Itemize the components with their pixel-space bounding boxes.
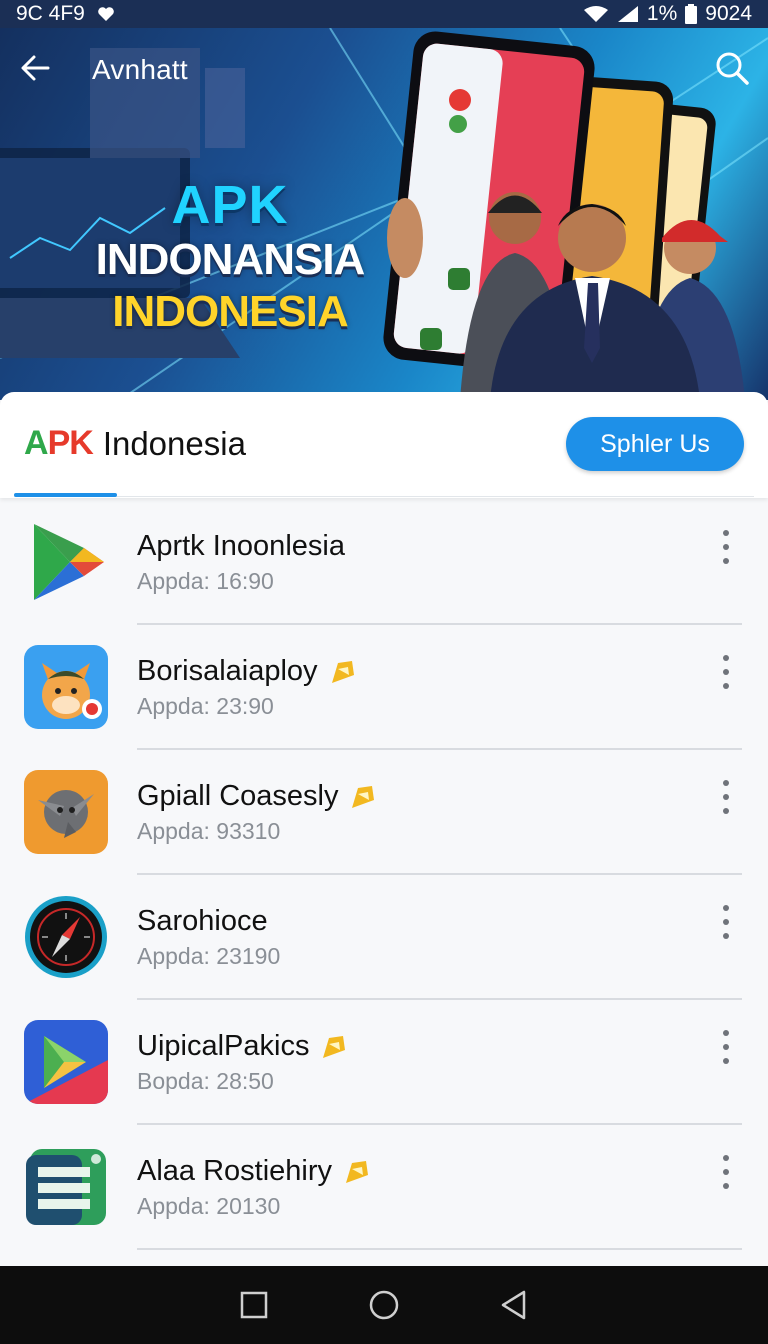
status-bar: 9C 4F9 1% 9024 [0, 0, 768, 28]
app-title: Aprtk Inoonlesia [137, 530, 345, 563]
more-vert-icon[interactable] [714, 1155, 738, 1189]
cta-button[interactable]: Sphler Us [566, 417, 744, 471]
play-store-icon [24, 520, 108, 604]
app-title-text: Sarohioce [137, 905, 268, 937]
app-subtitle: Bopda: 28:50 [137, 1068, 274, 1094]
list-item[interactable]: Borisalaiaploy Appda: 23:90 [0, 625, 768, 750]
app-subtitle: Appda: 20130 [137, 1193, 281, 1219]
app-list: Aprtk Inoonlesia Appda: 16:90 Borisalaia… [0, 500, 768, 1250]
back-triangle-icon[interactable] [498, 1289, 530, 1321]
hero-line-3: INDONESIA [112, 287, 348, 336]
status-time: 9024 [705, 2, 752, 25]
gear-blade-icon [24, 770, 108, 854]
compass-icon [24, 895, 108, 979]
app-bar-title: Avnhatt [92, 54, 188, 85]
play-triangle-icon [24, 1020, 108, 1104]
logo-letter-a: A [24, 424, 49, 462]
app-title-text: Alaa Rostiehiry [137, 1155, 333, 1187]
app-title-text: UipicalPakics [137, 1030, 310, 1062]
logo-letter-k: K [69, 424, 94, 462]
battery-icon [685, 4, 698, 24]
app-title: Alaa Rostiehiry [137, 1155, 372, 1188]
list-item[interactable]: Aprtk Inoonlesia Appda: 16:90 [0, 500, 768, 625]
fox-mascot-icon [24, 645, 108, 729]
signal-icon [617, 5, 639, 23]
back-arrow-icon[interactable] [18, 51, 52, 90]
heart-icon [97, 6, 115, 22]
verified-badge-icon [331, 660, 354, 683]
app-bar: Avnhatt [0, 28, 768, 112]
home-circle-icon[interactable] [368, 1289, 400, 1321]
system-nav-bar [0, 1266, 768, 1344]
active-tab-indicator [14, 493, 117, 497]
brand-logo-apk: APK [24, 424, 94, 463]
brand-logo: APK Indonesia [24, 424, 246, 463]
app-title-text: Gpiall Coasesly [137, 780, 339, 812]
more-vert-icon[interactable] [714, 655, 738, 689]
list-divider [137, 1248, 742, 1250]
app-title: Sarohioce [137, 905, 268, 938]
document-stack-icon [24, 1145, 108, 1229]
list-item[interactable]: UipicalPakics Bopda: 28:50 [0, 1000, 768, 1125]
more-vert-icon[interactable] [714, 780, 738, 814]
verified-badge-icon [346, 1160, 369, 1183]
app-title: Borisalaiaploy [137, 655, 358, 688]
more-vert-icon[interactable] [714, 905, 738, 939]
list-item[interactable]: Alaa Rostiehiry Appda: 20130 [0, 1125, 768, 1250]
app-title: Gpiall Coasesly [137, 780, 378, 813]
brand-logo-name: Indonesia [102, 424, 246, 462]
header-divider [14, 496, 754, 497]
more-vert-icon[interactable] [714, 1030, 738, 1064]
recents-square-icon[interactable] [238, 1289, 270, 1321]
battery-percent: 1% [646, 2, 678, 25]
list-item[interactable]: Gpiall Coasesly Appda: 93310 [0, 750, 768, 875]
status-left-text: 9C 4F9 [16, 2, 85, 25]
app-subtitle: Appda: 93310 [137, 818, 281, 844]
app-title: UipicalPakics [137, 1030, 349, 1063]
app-title-text: Aprtk Inoonlesia [137, 530, 345, 562]
app-title-text: Borisalaiaploy [137, 655, 318, 687]
screen: 9C 4F9 1% 9024 APK INDONANSIA INDONESIA … [0, 0, 768, 1344]
hero-line-2: INDONANSIA [95, 235, 366, 284]
app-subtitle: Appda: 23:90 [137, 693, 274, 719]
brand-header: APK Indonesia Sphler Us [0, 392, 768, 498]
verified-badge-icon [352, 785, 375, 808]
app-subtitle: Appda: 23190 [137, 943, 281, 969]
logo-letter-p: P [47, 424, 71, 462]
hero-headline: APK INDONANSIA INDONESIA [80, 178, 380, 334]
list-item[interactable]: Sarohioce Appda: 23190 [0, 875, 768, 1000]
more-vert-icon[interactable] [714, 530, 738, 564]
hero-line-1: APK [171, 175, 289, 235]
verified-badge-icon [323, 1035, 346, 1058]
search-icon[interactable] [714, 50, 750, 91]
wifi-icon [583, 5, 609, 23]
app-subtitle: Appda: 16:90 [137, 568, 274, 594]
